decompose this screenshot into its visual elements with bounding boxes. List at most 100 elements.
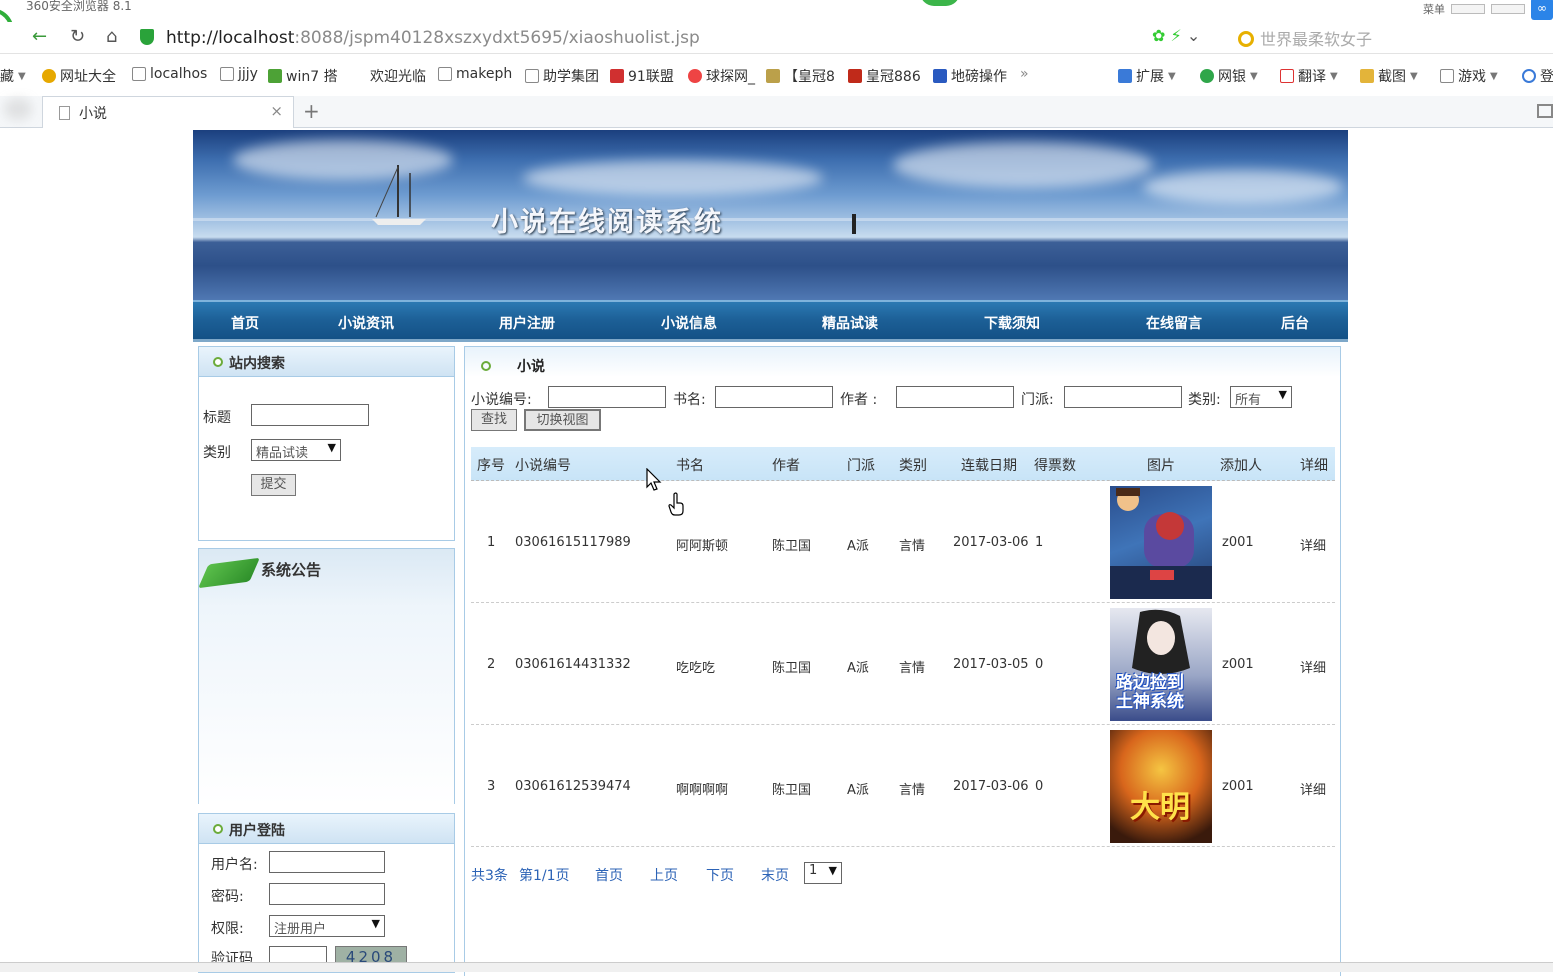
col-header: 门派: [847, 458, 875, 474]
games-button[interactable]: 游戏 ▼: [1440, 66, 1498, 86]
cell-votes: 1: [1035, 535, 1044, 550]
cover-image[interactable]: [1110, 486, 1212, 599]
cell-no: 2: [487, 657, 496, 672]
shield-icon: [1200, 69, 1214, 83]
last-page-link[interactable]: 末页: [761, 865, 789, 885]
bookmark-item[interactable]: 皇冠886: [848, 66, 921, 86]
col-header: 类别: [899, 458, 927, 474]
password-input[interactable]: [269, 883, 385, 905]
tab-novel[interactable]: 小说 ×: [42, 96, 294, 128]
ball-icon: [688, 69, 702, 83]
home-icon[interactable]: ⌂: [106, 26, 117, 47]
menu-label[interactable]: 菜单: [1423, 1, 1445, 17]
cover-title: 路边捡到 土神系统: [1116, 673, 1184, 712]
main-nav: 首页 小说资讯 用户注册 小说信息 精品试读 下载须知 在线留言 后台: [193, 300, 1348, 342]
username-input[interactable]: [269, 851, 385, 873]
nav-register[interactable]: 用户注册: [499, 313, 555, 333]
title-input[interactable]: [251, 404, 369, 426]
category-select[interactable]: 精品试读 ▼: [251, 439, 341, 461]
author-input[interactable]: [896, 386, 1014, 408]
table-header: 序号 小说编号 书名 作者 门派 类别 连载日期 得票数 图片 添加人 详细: [471, 447, 1335, 481]
share-icon[interactable]: ∞: [1531, 0, 1553, 20]
translate-button[interactable]: 翻译 ▼: [1280, 66, 1338, 86]
prev-page-link[interactable]: 上页: [650, 865, 678, 885]
bookmark-item[interactable]: 【皇冠8: [766, 66, 835, 86]
cover-image[interactable]: 路边捡到 土神系统: [1110, 608, 1212, 721]
bookmark-item[interactable]: win7 搭: [268, 66, 338, 86]
bookmark-item[interactable]: jjjy: [220, 66, 258, 82]
site-search-box: 站内搜索 标题 类别 精品试读 ▼ 提交: [198, 346, 455, 541]
reload-icon[interactable]: ↻: [70, 26, 85, 47]
novel-id-input[interactable]: [548, 386, 666, 408]
translate-icon: [1280, 69, 1294, 83]
restore-tabs-icon[interactable]: [1537, 104, 1553, 118]
minimize-button[interactable]: [1451, 4, 1485, 14]
first-page-link[interactable]: 首页: [595, 865, 623, 885]
nav-message[interactable]: 在线留言: [1146, 313, 1202, 333]
maximize-button[interactable]: [1491, 4, 1525, 14]
page-icon: [132, 67, 146, 81]
book-name-input[interactable]: [715, 386, 833, 408]
type-select[interactable]: 所有 ▼: [1230, 386, 1292, 408]
switch-view-button[interactable]: 切换视图: [524, 409, 601, 431]
bookmark-item[interactable]: 欢迎光临: [370, 66, 426, 86]
login-button[interactable]: 登: [1522, 66, 1553, 86]
bank-button[interactable]: 网银 ▼: [1200, 66, 1258, 86]
bookmark-item[interactable]: makeph: [438, 66, 512, 82]
security-shield-icon: [140, 29, 154, 45]
login-box: 用户登陆 用户名: 密码: 权限: 注册用户 ▼ 验证码 4208: [198, 813, 455, 973]
user-icon: [1522, 69, 1536, 83]
url-field[interactable]: http://localhost:8088/jspm40128xszxydxt5…: [136, 25, 1226, 51]
bookmark-item[interactable]: 地磅操作: [933, 66, 1007, 86]
nav-admin[interactable]: 后台: [1281, 313, 1309, 333]
nav-home[interactable]: 首页: [231, 313, 259, 333]
bookmark-item[interactable]: 网址大全: [42, 66, 116, 86]
col-header: 小说编号: [515, 458, 571, 474]
type-label: 类别:: [1188, 392, 1221, 408]
search-button[interactable]: 查找: [471, 409, 517, 431]
gamepad-icon: [1440, 69, 1454, 83]
bookmark-item[interactable]: localhos: [132, 66, 207, 82]
cell-id: 03061614431332: [515, 657, 631, 672]
nav-novels[interactable]: 小说信息: [661, 313, 717, 333]
next-page-link[interactable]: 下页: [706, 865, 734, 885]
cell-no: 1: [487, 535, 496, 550]
extensions-button[interactable]: 扩展 ▼: [1118, 66, 1176, 86]
detail-link[interactable]: 详细: [1300, 657, 1326, 676]
bullet-icon: [481, 361, 491, 371]
chevron-down-icon: ▼: [828, 864, 837, 877]
page-select[interactable]: 1 ▼: [804, 862, 842, 884]
scissors-icon: [1360, 69, 1374, 83]
bookmark-item[interactable]: 球探网_: [688, 66, 755, 86]
nav-news[interactable]: 小说资讯: [338, 313, 394, 333]
window-controls: 菜单 ∞: [1423, 0, 1553, 20]
col-header: 添加人: [1220, 458, 1262, 474]
book-name-label: 书名:: [673, 392, 706, 408]
close-tab-icon[interactable]: ×: [270, 102, 283, 120]
back-icon[interactable]: ←: [32, 26, 47, 47]
cover-image[interactable]: 大明: [1110, 730, 1212, 843]
addon-icons[interactable]: ✿ ⚡ ⌄: [1152, 26, 1200, 45]
search-field[interactable]: 世界最柔软女子: [1238, 26, 1372, 50]
globe-icon: [42, 69, 56, 83]
detail-link[interactable]: 详细: [1300, 535, 1326, 554]
new-tab-icon[interactable]: +: [303, 99, 320, 123]
school-input[interactable]: [1064, 386, 1182, 408]
url-text: http://localhost:8088/jspm40128xszxydxt5…: [166, 28, 700, 48]
more-bookmarks-icon[interactable]: »: [1020, 66, 1029, 82]
table-row: 1 03061615117989 阿阿斯顿 陈卫国 A派 言情 2017-03-…: [471, 481, 1335, 603]
role-select[interactable]: 注册用户 ▼: [269, 915, 385, 937]
screenshot-button[interactable]: 截图 ▼: [1360, 66, 1418, 86]
cloud-icon[interactable]: [8, 102, 28, 116]
bookmark-item[interactable]: 藏 ▼: [0, 66, 26, 86]
submit-button[interactable]: 提交: [251, 474, 296, 496]
cell-name: 啊啊啊啊: [676, 783, 729, 798]
nav-trial[interactable]: 精品试读: [822, 313, 878, 333]
nav-download[interactable]: 下载须知: [984, 313, 1040, 333]
bookmark-item[interactable]: 91联盟: [610, 66, 674, 86]
col-header: 详细: [1300, 458, 1328, 474]
grid-icon: [1118, 69, 1132, 83]
bookmark-item[interactable]: 助学集团: [525, 66, 599, 86]
detail-link[interactable]: 详细: [1300, 779, 1326, 798]
category-label: 类别: [203, 445, 231, 461]
